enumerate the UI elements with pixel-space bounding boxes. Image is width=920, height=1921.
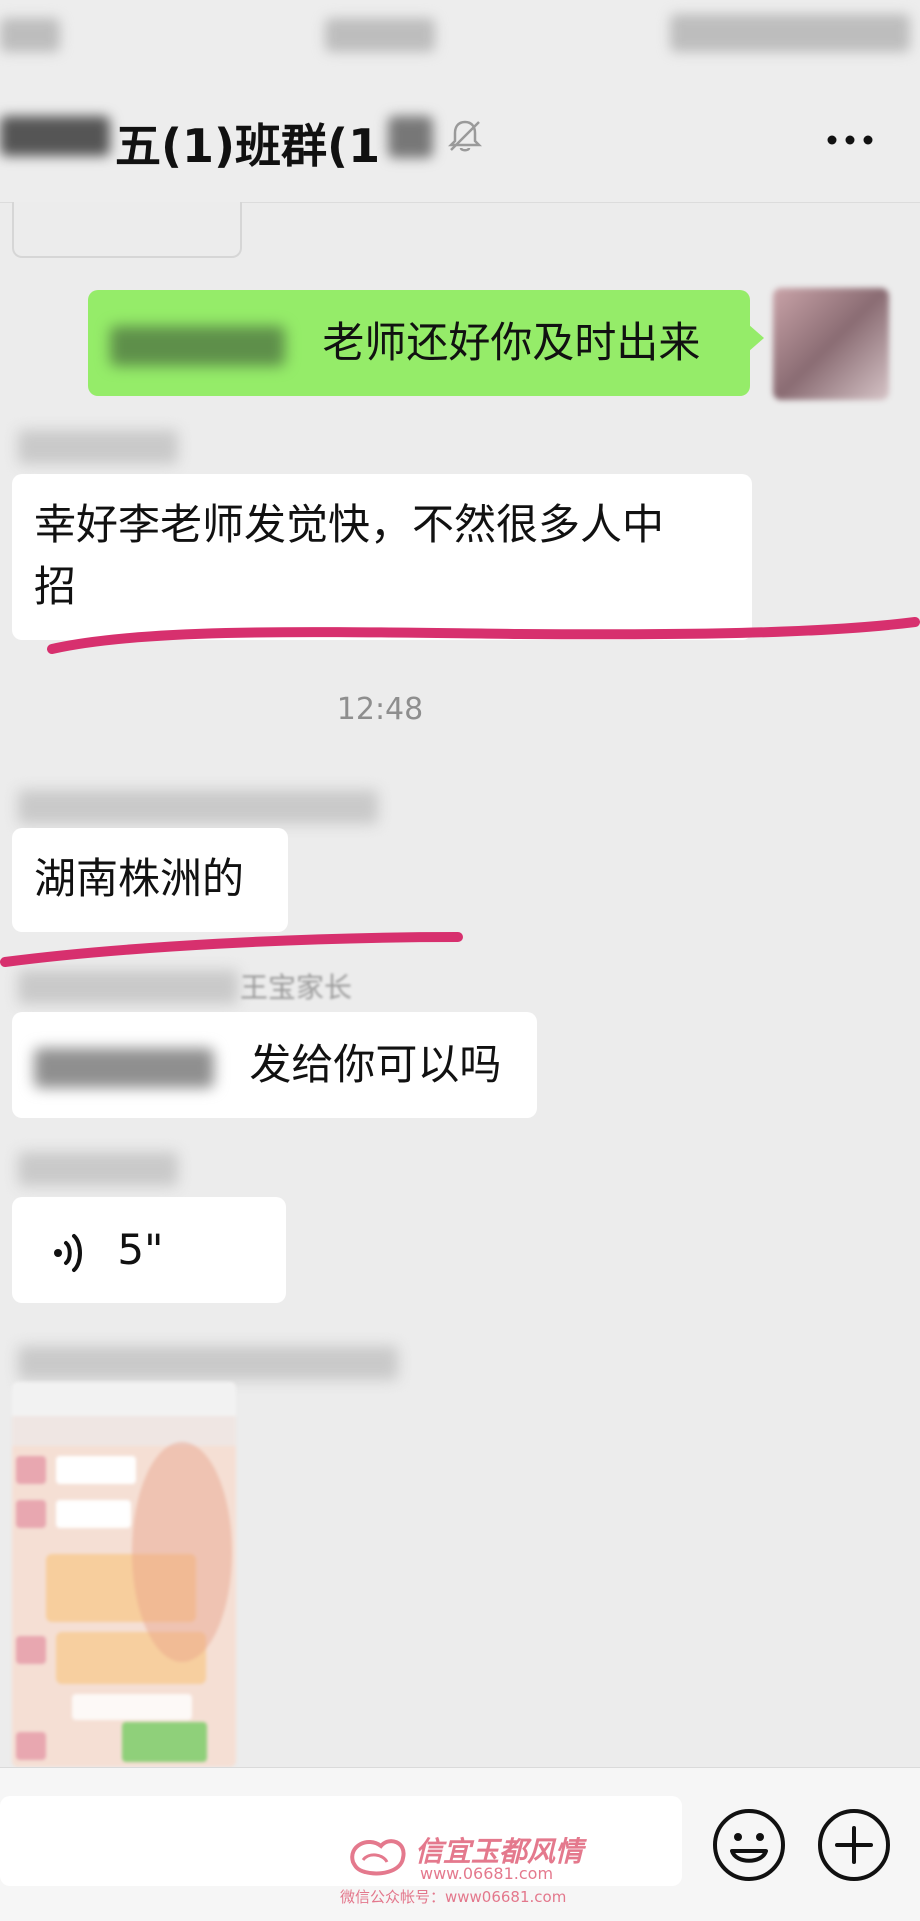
emoji-button[interactable] xyxy=(710,1806,788,1884)
highlight-underline xyxy=(0,932,463,967)
highlight-underline xyxy=(47,617,920,654)
chat-title[interactable]: 五(1)班群(1 xyxy=(115,110,380,176)
more-functions-button[interactable] xyxy=(815,1806,893,1884)
mute-bell-icon xyxy=(447,120,483,152)
watermark-account: 微信公众帐号：www06681.com xyxy=(340,1888,567,1906)
status-icons-blur xyxy=(670,14,910,52)
status-bar xyxy=(0,0,920,72)
highlight-annotations xyxy=(0,617,920,967)
more-options-button[interactable] xyxy=(820,120,880,160)
status-time-blur xyxy=(325,18,435,52)
member-count-blur xyxy=(388,116,433,158)
chat-message-list[interactable]: 老师还好你及时出来 幸好李老师发觉快，不然很多人中 招 12:48 湖南株洲的 … xyxy=(0,202,920,1767)
group-name-blur xyxy=(0,116,110,156)
watermark-url: www.06681.com xyxy=(420,1864,554,1883)
watermark: 信宜玉都风情 www.06681.com 微信公众帐号：www06681.com xyxy=(335,1830,605,1910)
watermark-logo-icon xyxy=(350,1839,406,1876)
status-carrier-blur xyxy=(0,18,60,52)
chat-header: 五(1)班群(1 xyxy=(0,72,920,203)
